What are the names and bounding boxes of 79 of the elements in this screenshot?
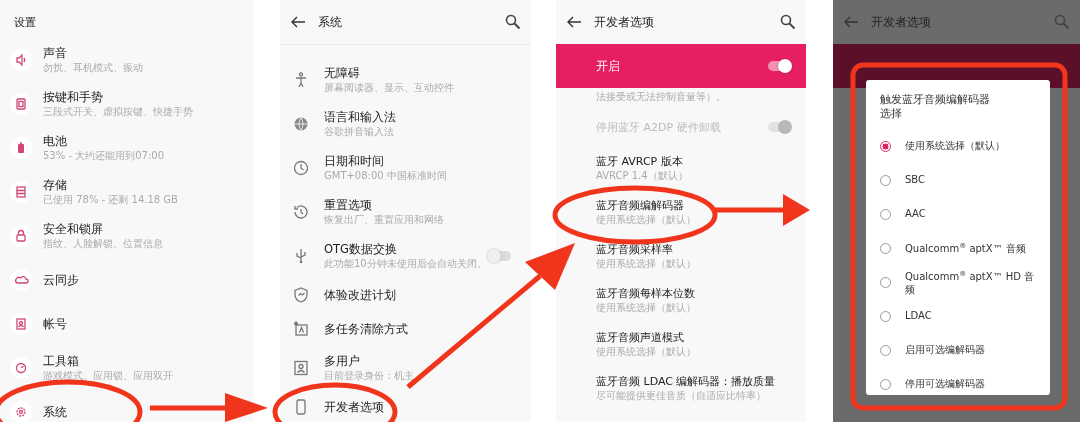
history-icon[interactable] [292,203,310,221]
screen-title: 设置 [13,15,37,31]
setting-title: 存储 [43,178,68,193]
setting-subtitle: 53% - 大约还能用到07:00 [43,149,164,162]
setting-subtitle: 勿扰、耳机模式、振动 [43,61,143,74]
setting-subtitle: 恢复出厂、重置应用和网络 [324,213,445,226]
setting-title: 蓝牙音频采样率 [596,242,674,257]
cards-icon[interactable] [292,320,310,338]
setting-title: OTG数据交换 [324,242,398,257]
option-label[interactable]: AAC [905,208,1039,220]
shield-icon[interactable] [292,286,310,304]
setting-subtitle: 使用系统选择（默认） [596,257,697,270]
screen-title: 系统 [318,14,343,30]
setting-title: 按键和手势 [43,90,104,105]
setting-title: 语言和输入法 [324,110,397,125]
setting-subtitle: 已使用 78% - 还剩 14.18 GB [43,193,178,206]
option-label[interactable]: Qualcomm$^{®}$ aptX™ 音频 [905,240,1039,256]
setting-subtitle: 指纹、人脸解锁、位置信息 [43,237,163,250]
option-label[interactable]: SBC [905,174,1039,186]
speaker-icon[interactable] [10,49,32,71]
setting-title: 体验改进计划 [324,287,397,303]
setting-subtitle: 目前登录身份：机主 [324,369,415,382]
setting-subtitle: 使用系统选择（默认） [596,345,697,358]
setting-title: 工具箱 [43,354,80,369]
setting-title: 声音 [43,46,68,61]
radio-button[interactable] [880,140,891,152]
battery-icon[interactable] [10,137,32,159]
setting-title: 蓝牙音频编解码器 [596,198,685,213]
setting-title: 帐号 [43,316,67,332]
setting-title: 重置选项 [324,198,373,213]
search-icon[interactable] [780,14,796,30]
setting-title: 开发者选项 [324,399,385,415]
user-icon[interactable] [292,359,310,377]
dialog-title: 触发蓝牙音频编解码器选择 [880,92,991,120]
setting-title: 蓝牙音频声道模式 [596,330,685,345]
setting-subtitle: AVRCP 1.4（默认） [596,169,689,182]
option-label[interactable]: Qualcomm$^{®}$ aptX™ HD 音频 [905,268,1039,296]
cloud-icon[interactable] [10,269,32,291]
setting-subtitle: 法接受或无法控制音量等）。 [595,90,727,104]
back-icon[interactable] [566,16,582,28]
setting-subtitle: 此功能10分钟未使用后会自动关闭。 [324,257,488,270]
screen-title: 开发者选项 [871,14,932,30]
option-label[interactable]: 启用可选编解码器 [905,344,1039,356]
setting-subtitle: 屏幕阅读器、显示、互动控件 [324,81,455,94]
setting-subtitle: 尽可能提供更佳音质（自适应比特率） [596,389,767,402]
account-icon[interactable] [10,313,32,335]
gauge-icon[interactable] [10,357,32,379]
setting-title: 无障碍 [324,66,361,81]
setting-title: 多用户 [324,354,361,369]
setting-title: 安全和锁屏 [43,222,104,237]
setting-title: 蓝牙音频 LDAC 编解码器：播放质量 [596,374,777,389]
setting-subtitle: 游戏模式、应用锁、应用双开 [43,369,173,382]
clock-icon[interactable] [292,159,310,177]
toggle-switch[interactable] [489,251,511,261]
setting-title: 日期和时间 [324,154,385,169]
setting-subtitle: 三段式开关、虚拟按键、快捷手势 [43,105,193,118]
setting-subtitle: GMT+08:00 中国标准时间 [324,169,448,182]
option-label[interactable]: 使用系统选择（默认） [905,140,1039,152]
setting-title: 蓝牙 AVRCP 版本 [596,154,684,169]
setting-title: 系统 [43,404,67,420]
master-switch-bar[interactable]: 开启 [556,44,806,88]
setting-title: 蓝牙音频每样本位数 [596,286,696,301]
toggle-switch[interactable] [768,61,790,71]
screen-title: 开发者选项 [594,14,655,30]
setting-subtitle: 使用系统选择（默认） [596,301,697,314]
globe-icon[interactable] [292,115,310,133]
lock-icon[interactable] [10,225,32,247]
storage-icon[interactable] [10,181,32,203]
option-label[interactable]: LDAC [905,310,1039,322]
setting-subtitle: 使用系统选择（默认） [596,213,697,226]
setting-title: 电池 [43,134,68,149]
search-icon[interactable] [505,14,521,30]
setting-title: 多任务清除方式 [324,321,409,337]
keypad-icon[interactable] [10,93,32,115]
option-label[interactable]: 停用可选编解码器 [905,378,1039,390]
setting-subtitle: 谷歌拼音输入法 [324,125,395,138]
gear-icon[interactable] [10,401,32,422]
setting-title: 云同步 [43,272,79,288]
back-icon[interactable] [290,16,306,28]
